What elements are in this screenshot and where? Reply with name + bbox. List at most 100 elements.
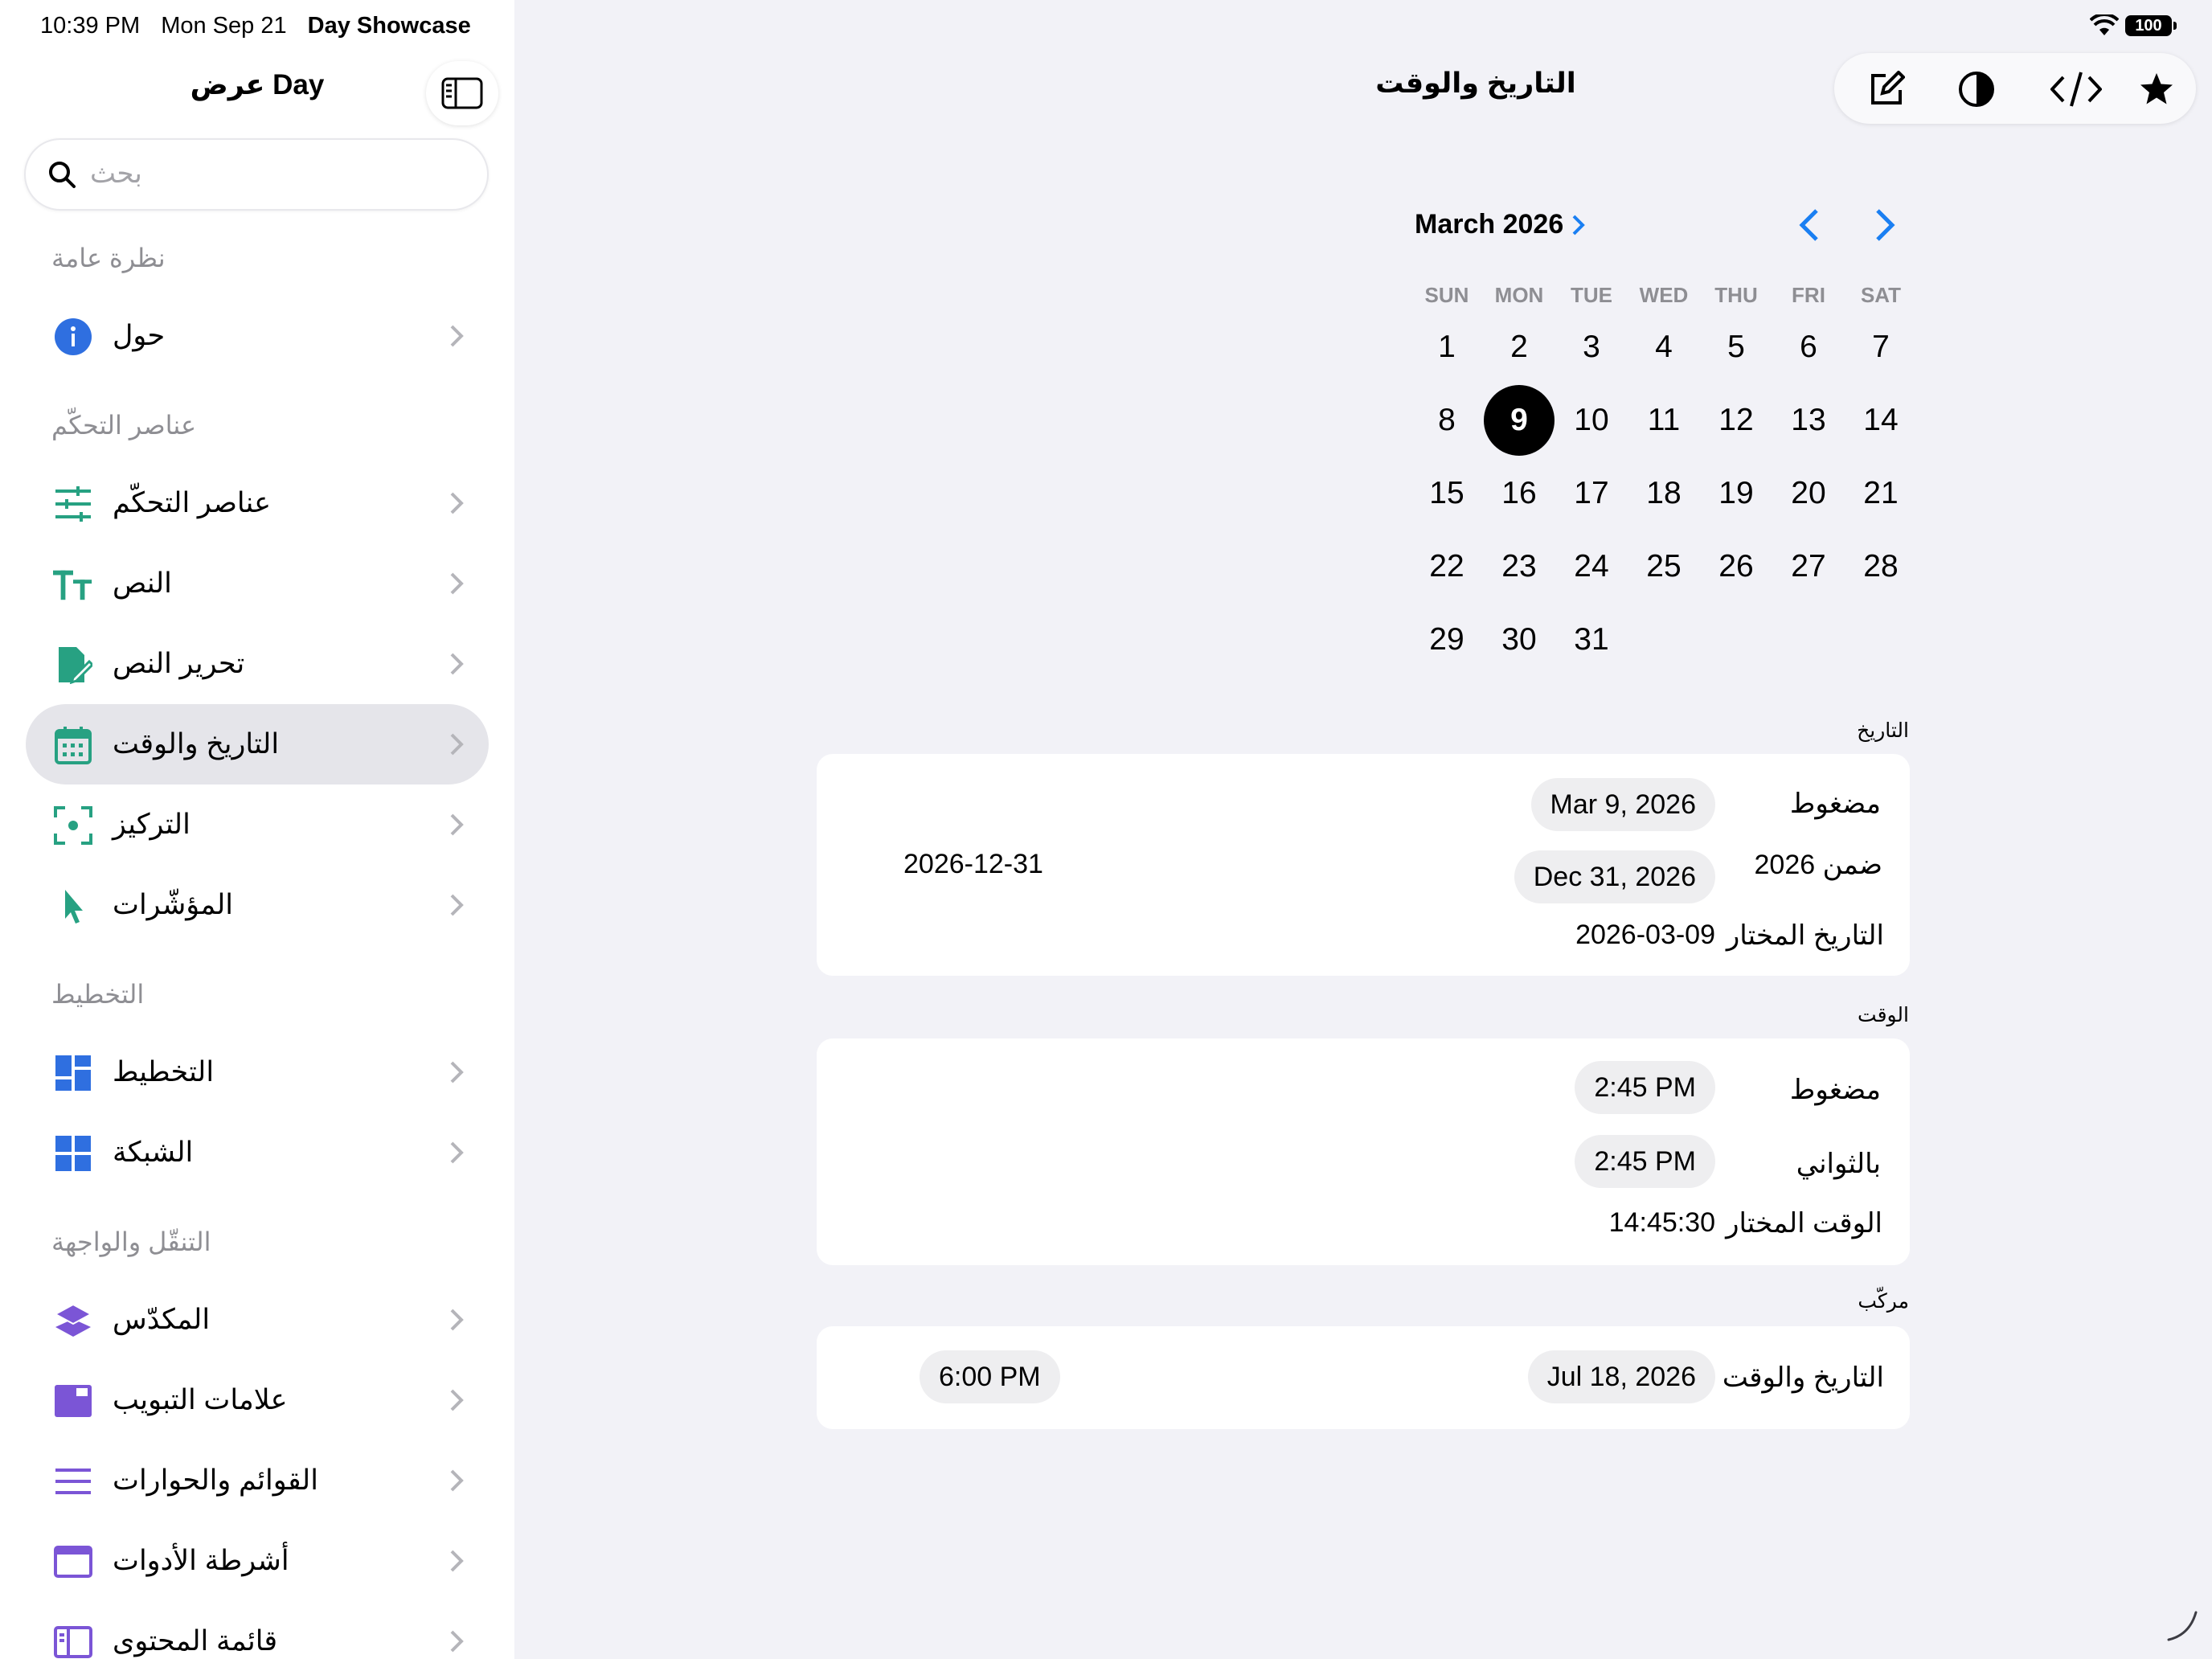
calendar-day-11[interactable]: 11 [1628,385,1699,456]
calendar-day-27[interactable]: 27 [1773,531,1844,602]
sidebar-item-label: قائمة المحتوى [113,1625,278,1657]
calendar-day-10[interactable]: 10 [1556,385,1627,456]
sidebar-item-label: عناصر التحكّم [113,487,272,518]
favorite-button[interactable] [2136,69,2177,109]
detail-pane: 100 التاريخ والوقت March 2026 SUN MON TU… [514,0,2212,1659]
calendar-day-6[interactable]: 6 [1773,312,1844,383]
sidebar-item-label: التاريخ والوقت [113,728,280,760]
sidebar-item-controls[interactable]: عناصر التحكّم [26,463,489,543]
sidebar-item-label: حول [113,320,166,351]
month-year-picker-button[interactable]: March 2026 [1415,209,1586,240]
calendar-day-12[interactable]: 12 [1701,385,1772,456]
compact-time-label: مضغوط [1789,1075,1881,1105]
appearance-button[interactable] [1956,69,1997,109]
calendar-day-28[interactable]: 28 [1845,531,1916,602]
sidebar-toggle-button[interactable] [426,61,498,125]
resize-handle-icon[interactable] [2165,1608,2201,1643]
chevron-right-icon [450,1309,464,1331]
next-month-button[interactable] [1873,207,1897,247]
calendar-day-30[interactable]: 30 [1484,604,1555,675]
sidebar-item-grid[interactable]: الشبكة [26,1112,489,1193]
sidebar-item-label: علامات التبويب [113,1384,288,1415]
sidebar-item-date-time[interactable]: التاريخ والوقت [26,704,489,784]
sidebar-item-stack[interactable]: المكدّس [26,1280,489,1360]
seconds-time-label: بالثواني [1796,1149,1881,1179]
calendar-day-31[interactable]: 31 [1556,604,1627,675]
edit-button[interactable] [1866,69,1907,109]
calendar-day-17[interactable]: 17 [1556,458,1627,529]
calendar-day-3[interactable]: 3 [1556,312,1627,383]
toolbar [1834,53,2196,124]
calendar-day-24[interactable]: 24 [1556,531,1627,602]
calendar-day-2[interactable]: 2 [1484,312,1555,383]
weekday-mon: MON [1494,283,1544,307]
sidebar-item-tabs[interactable]: علامات التبويب [26,1360,489,1440]
chevron-right-icon [450,492,464,514]
calendar-day-20[interactable]: 20 [1773,458,1844,529]
seconds-time-picker[interactable]: 2:45 PM [1575,1135,1715,1188]
calendar-day-5[interactable]: 5 [1701,312,1772,383]
chevron-right-icon [1876,209,1895,241]
sidebar-item-about[interactable]: حول [26,296,489,376]
calendar-day-16[interactable]: 16 [1484,458,1555,529]
layout-icon [53,1053,93,1093]
weekday-tue: TUE [1571,283,1612,307]
text-format-icon [53,564,93,604]
chevron-right-icon [450,1061,464,1083]
sidebar-item-content-list[interactable]: قائمة المحتوى [26,1601,489,1659]
sidebar-item-label: التركيز [113,809,190,840]
calendar-day-19[interactable]: 19 [1701,458,1772,529]
sidebar-item-layout[interactable]: التخطيط [26,1032,489,1112]
sidebar-item-text-editing[interactable]: تحرير النص [26,624,489,704]
code-button[interactable] [2050,69,2103,109]
calendar-month-label: March 2026 [1415,209,1564,240]
date-card: مضغوط Mar 9, 2026 ضمن 2026 Dec 31, 2026 … [817,754,1910,976]
sidebar-item-toolbars[interactable]: أشرطة الأدوات [26,1521,489,1601]
search-icon [49,162,76,188]
calendar-day-4[interactable]: 4 [1628,312,1699,383]
sidebar-item-pointers[interactable]: المؤشّرات [26,865,489,945]
calendar-day-23[interactable]: 23 [1484,531,1555,602]
calendar-day-7[interactable]: 7 [1845,312,1916,383]
sidebar-item-label: المكدّس [113,1304,211,1335]
calendar-day-29[interactable]: 29 [1411,604,1482,675]
selected-time-value: 14:45:30 [1608,1207,1715,1238]
sidebar-item-text[interactable]: النص [26,543,489,624]
previous-month-button[interactable] [1797,207,1821,247]
calendar-day-26[interactable]: 26 [1701,531,1772,602]
chevron-left-icon [1799,209,1818,241]
section-header-navigation: التنقّل والواجهة [51,1227,211,1256]
calendar-icon [53,725,93,765]
calendar-day-15[interactable]: 15 [1411,458,1482,529]
page-title: التاريخ والوقت [1375,68,1576,99]
combined-time-picker[interactable]: 6:00 PM [920,1350,1060,1403]
sidebar-item-lists-dialogs[interactable]: القوائم والحوارات [26,1440,489,1521]
in-2026-date-picker[interactable]: Dec 31, 2026 [1514,850,1715,903]
calendar-day-14[interactable]: 14 [1845,385,1916,456]
calendar-day-9[interactable]: 9 [1484,385,1555,456]
sidebar-toggle-icon [441,77,483,109]
chevron-right-icon [450,813,464,836]
calendar-day-25[interactable]: 25 [1628,531,1699,602]
calendar-day-13[interactable]: 13 [1773,385,1844,456]
stack-icon [53,1301,93,1341]
compact-time-picker[interactable]: 2:45 PM [1575,1061,1715,1114]
chevron-right-icon [450,1389,464,1411]
combined-date-picker[interactable]: Jul 18, 2026 [1527,1350,1715,1403]
pointer-icon [53,886,93,926]
chevron-right-icon [450,1550,464,1572]
calendar-day-18[interactable]: 18 [1628,458,1699,529]
search-field[interactable]: بحث [24,138,489,211]
status-app-name: Day Showcase [307,13,471,39]
chevron-right-icon [450,1469,464,1492]
weekday-fri: FRI [1792,283,1825,307]
compact-date-picker[interactable]: Mar 9, 2026 [1530,778,1715,831]
sidebar-item-label: أشرطة الأدوات [113,1545,289,1576]
list-icon [53,1461,93,1501]
calendar-day-21[interactable]: 21 [1845,458,1916,529]
calendar-day-22[interactable]: 22 [1411,531,1482,602]
calendar-day-1[interactable]: 1 [1411,312,1482,383]
calendar-day-8[interactable]: 8 [1411,385,1482,456]
sidebar-item-focus[interactable]: التركيز [26,784,489,865]
selected-date-label: التاريخ المختار [1726,920,1884,951]
